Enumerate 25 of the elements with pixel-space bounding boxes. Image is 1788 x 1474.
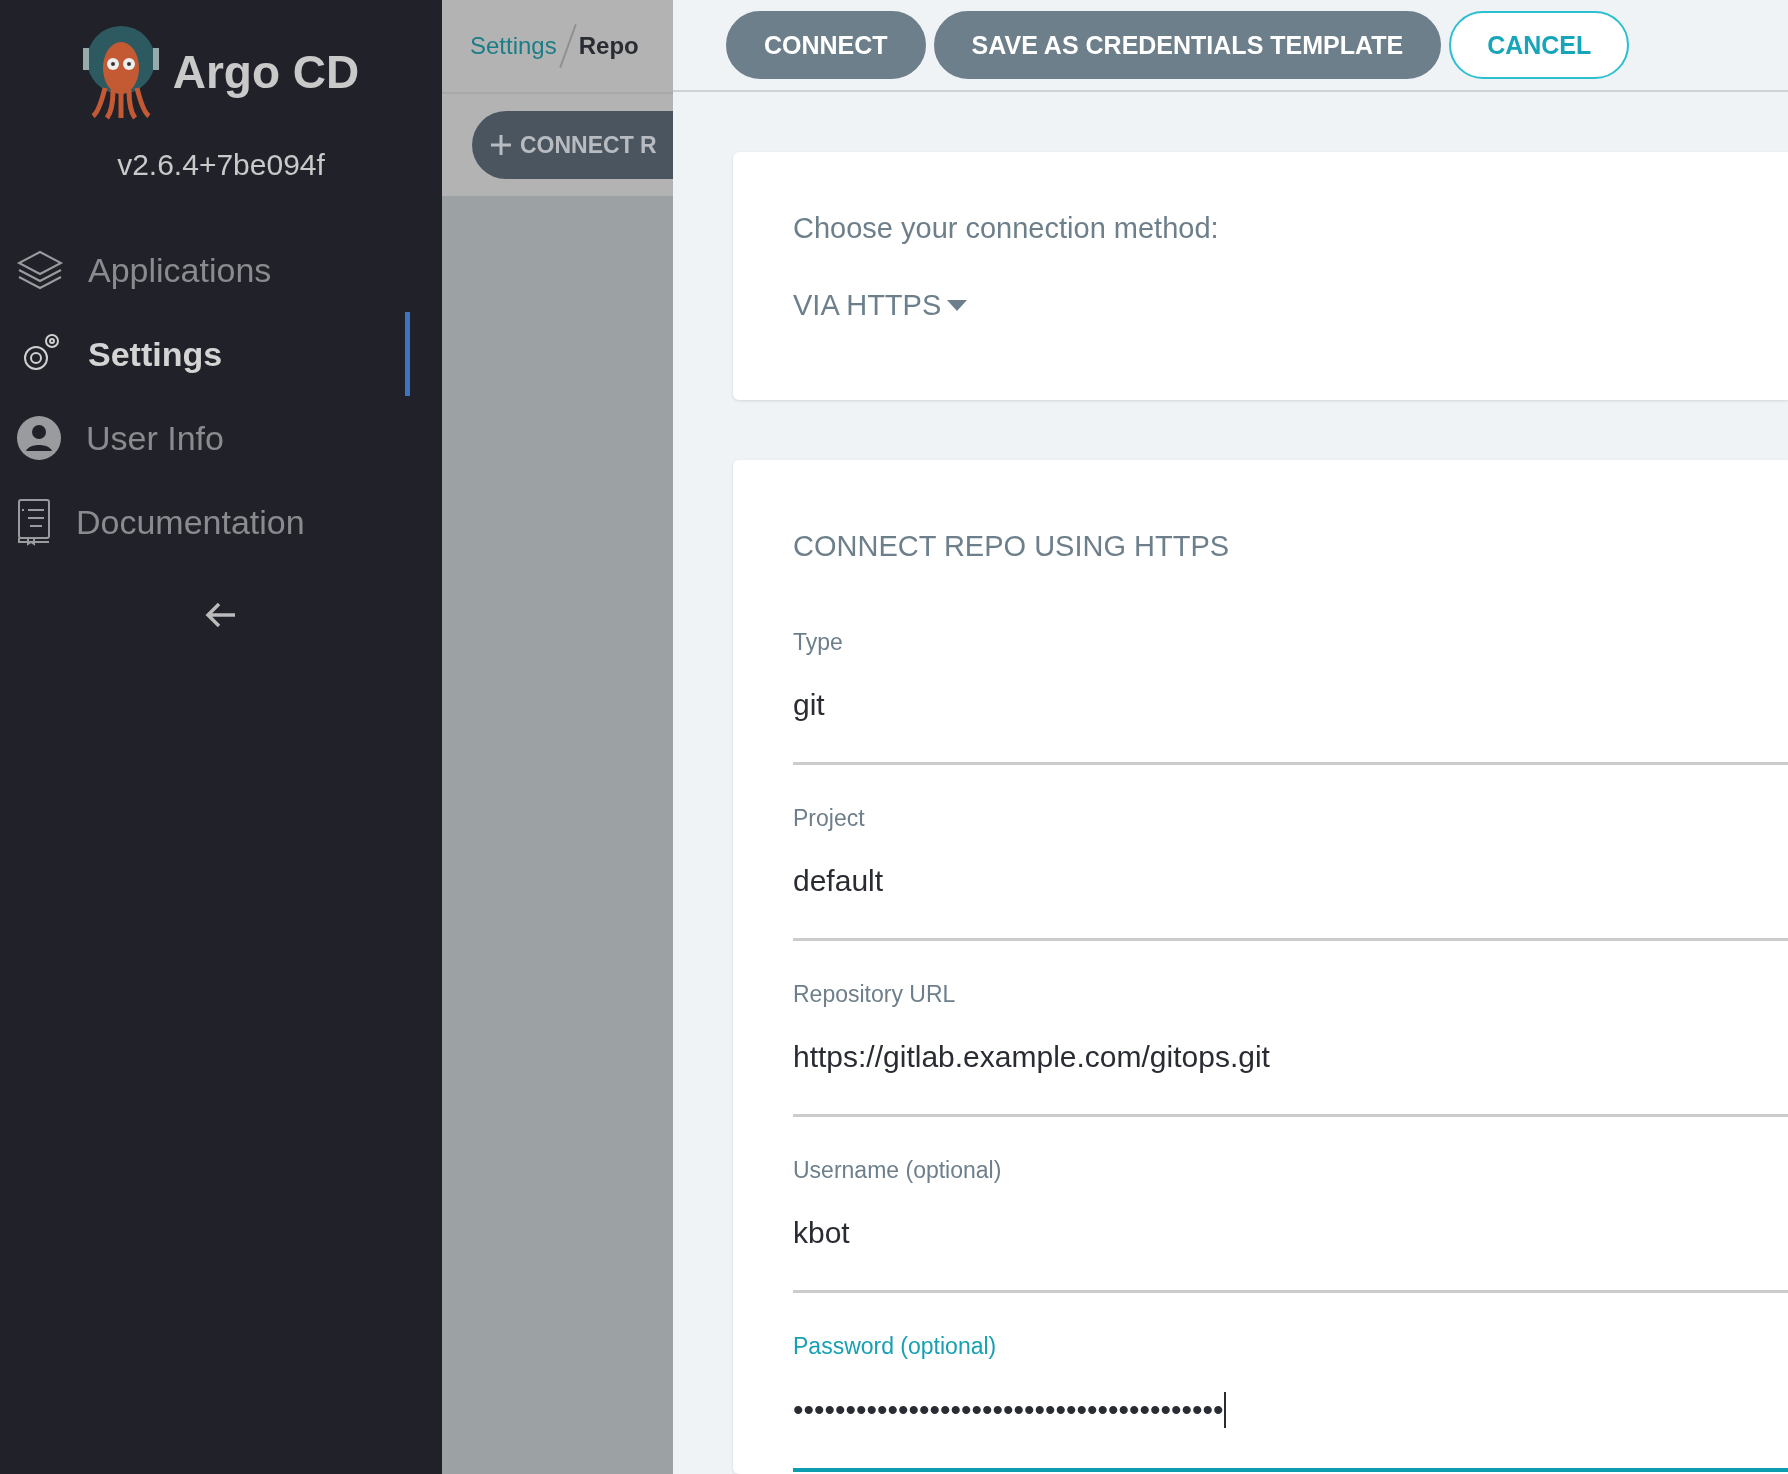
breadcrumb-link[interactable]: Repo bbox=[578, 32, 639, 60]
user-icon bbox=[16, 415, 62, 461]
input-field[interactable]: Password (optional) ••••••••••••••••••••••••••••••••••••••••• bbox=[793, 1293, 1788, 1472]
connect-repo-button[interactable]: CONNECT R bbox=[472, 111, 673, 179]
nav-item[interactable]: Applications bbox=[0, 228, 410, 312]
nav-item[interactable]: Documentation bbox=[0, 480, 410, 564]
input-field[interactable]: Type git bbox=[793, 589, 1788, 765]
form-title: CONNECT REPO USING HTTPS bbox=[793, 530, 1231, 563]
input-field[interactable]: Username (optional) kbot bbox=[793, 1117, 1788, 1293]
back-arrow-icon[interactable] bbox=[205, 602, 237, 628]
nav-item[interactable]: Settings bbox=[0, 312, 410, 396]
octopus-logo-icon bbox=[82, 24, 159, 120]
input-field[interactable]: Repository URL https://gitlab.example.com/gitops.git bbox=[793, 941, 1788, 1117]
caret-icon bbox=[947, 299, 968, 312]
toolbar-button[interactable]: CONNECT bbox=[726, 11, 926, 79]
input-field[interactable]: Project default bbox=[793, 765, 1788, 941]
method-prompt: Choose your connection method: bbox=[793, 212, 1220, 245]
nav-item[interactable]: User Info bbox=[0, 396, 410, 480]
method-dropdown[interactable]: VIA HTTPS bbox=[793, 289, 1788, 322]
version-label: v2.6.4+7be094f bbox=[117, 148, 325, 182]
toolbar-button[interactable]: SAVE AS CREDENTIALS TEMPLATE bbox=[933, 11, 1442, 79]
plus-icon bbox=[490, 134, 512, 156]
brand-name: Argo CD bbox=[172, 45, 360, 99]
toolbar-button[interactable]: CANCEL bbox=[1449, 11, 1630, 79]
book-icon bbox=[16, 498, 52, 546]
